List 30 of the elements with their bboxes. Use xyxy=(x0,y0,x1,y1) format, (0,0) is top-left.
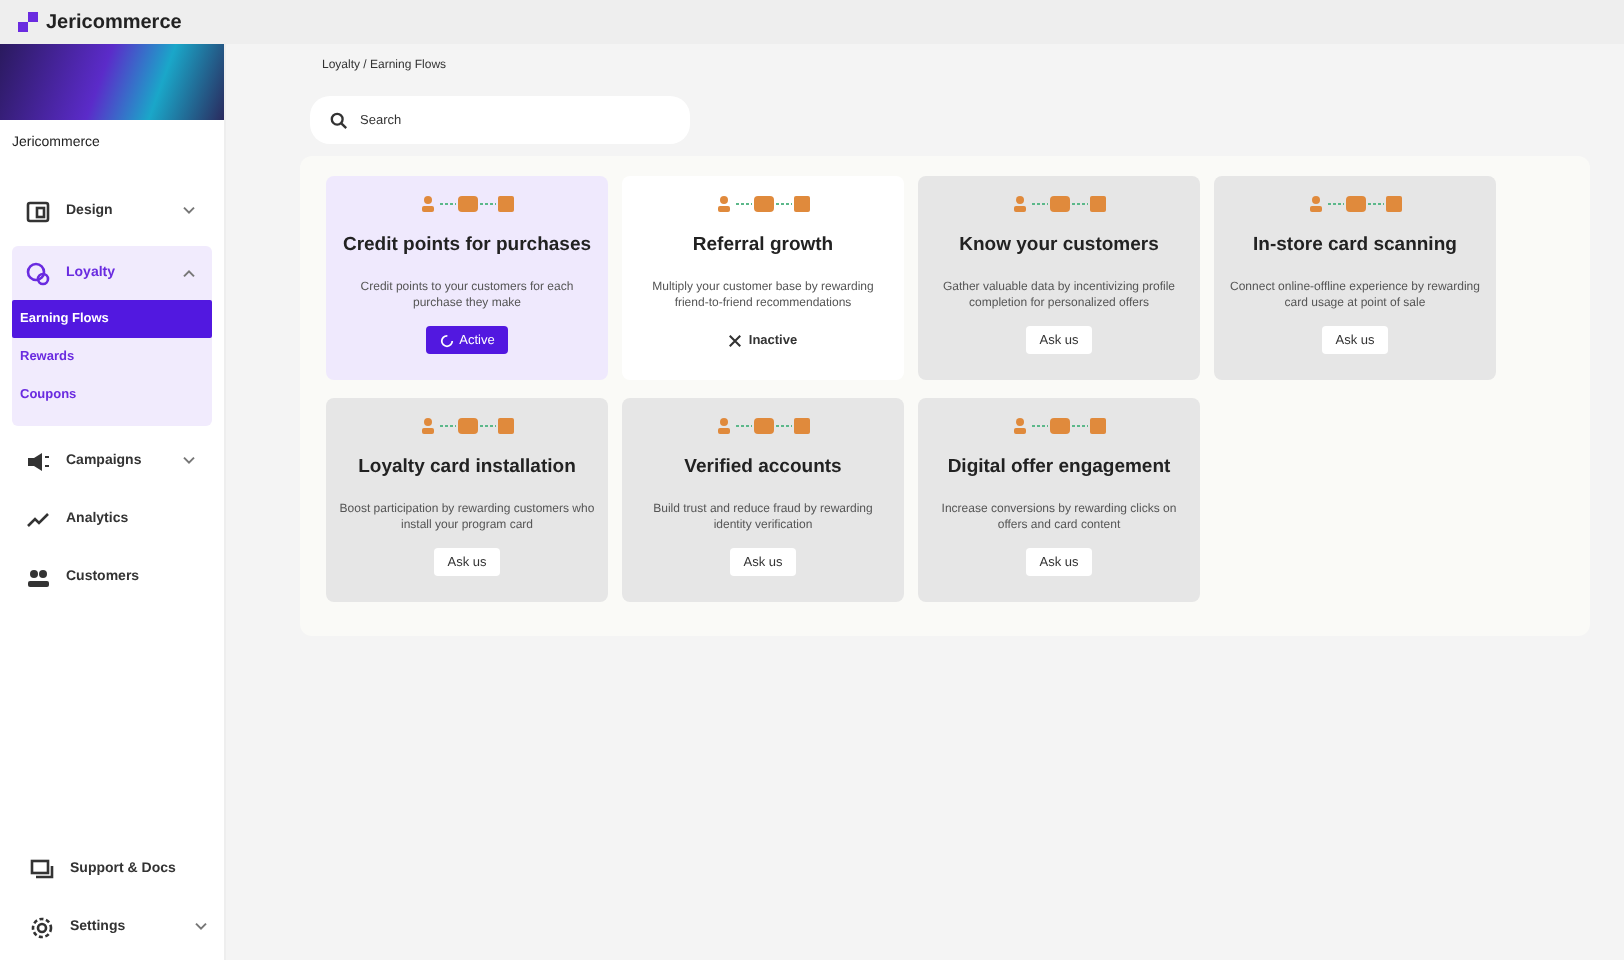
refresh-icon xyxy=(439,333,454,347)
campaigns-icon xyxy=(26,449,50,473)
chevron-icon xyxy=(182,268,196,278)
flow-icons-drawing xyxy=(1305,194,1405,214)
search-icon xyxy=(330,112,348,130)
customers-icon xyxy=(26,565,50,589)
card-title: Know your customers xyxy=(959,234,1159,256)
loyalty-icon xyxy=(26,261,50,285)
card-title: Digital offer engagement xyxy=(947,456,1171,478)
chevron-icon xyxy=(182,206,196,216)
card-title: Loyalty card installation xyxy=(358,456,576,478)
crossed-icon xyxy=(728,333,743,347)
chevron-icon xyxy=(194,922,208,932)
support-icon xyxy=(30,857,54,881)
card-title: In-store card scanning xyxy=(1253,234,1457,256)
chevron-icon xyxy=(182,456,196,466)
design-icon xyxy=(26,199,50,223)
flow-icons-drawing xyxy=(417,194,517,214)
card-title: Referral growth xyxy=(692,234,834,256)
logo-icon xyxy=(18,12,38,32)
brand-name: Jericommerce xyxy=(46,11,182,33)
card-title: Credit points for purchases xyxy=(342,234,592,256)
flow-icons-drawing xyxy=(1009,416,1109,436)
analytics-icon xyxy=(26,507,50,531)
card-title: Verified accounts xyxy=(684,456,842,478)
flow-icons-drawing xyxy=(1009,194,1109,214)
flow-icons-drawing xyxy=(713,416,813,436)
flow-icons-drawing xyxy=(417,416,517,436)
flow-icons-drawing xyxy=(713,194,813,214)
settings-icon xyxy=(30,915,54,939)
